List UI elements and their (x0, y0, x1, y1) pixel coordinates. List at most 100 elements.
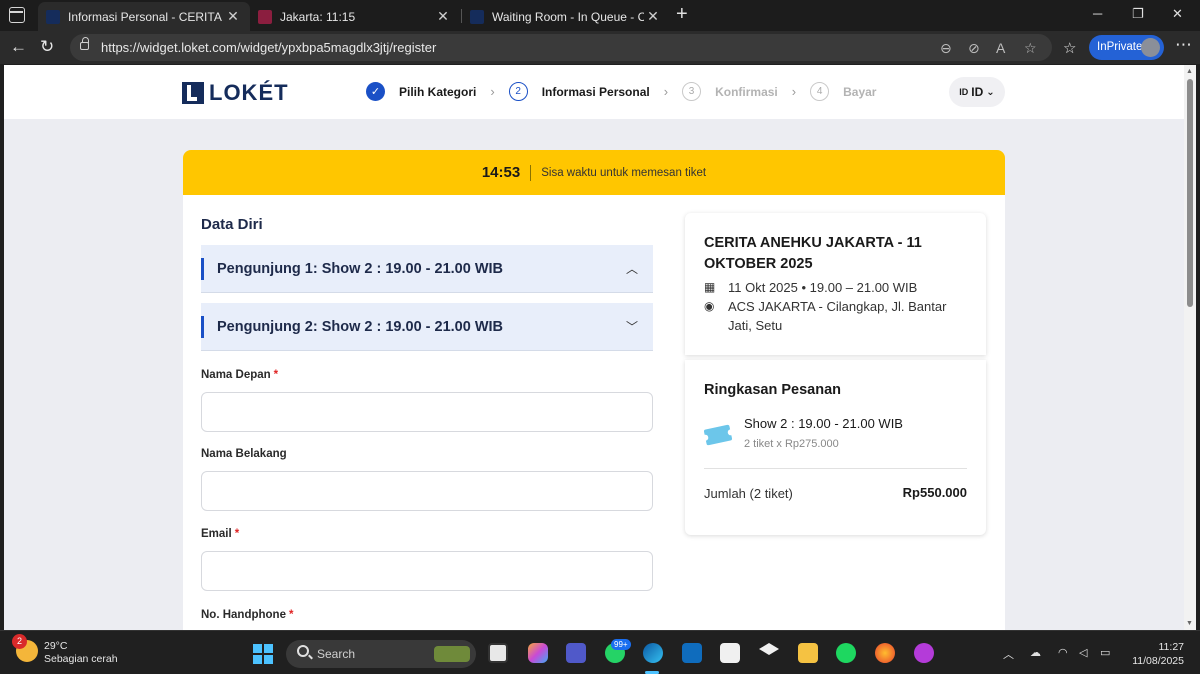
close-tab-icon[interactable]: ✕ (434, 8, 452, 25)
file-explorer-icon[interactable] (798, 643, 818, 663)
visitor-2-accordion[interactable]: Pengunjung 2: Show 2 : 19.00 - 21.00 WIB… (201, 303, 653, 351)
back-icon[interactable]: ← (10, 37, 27, 57)
maximize-icon[interactable]: ❐ (1132, 6, 1144, 22)
microsoft-store-icon[interactable] (682, 643, 702, 663)
loket-logo-icon (182, 82, 204, 104)
last-name-input[interactable] (201, 471, 653, 511)
step-label: Pilih Kategori (399, 84, 477, 99)
step-label: Konfirmasi (715, 84, 778, 99)
wifi-icon[interactable]: ◠ (1058, 646, 1068, 659)
logo-text: LOKÉT (209, 80, 289, 105)
language-code: ID (971, 85, 984, 99)
address-bar: ← ↻ https://widget.loket.com/widget/ypxb… (0, 31, 1200, 64)
new-tab-icon[interactable]: + (676, 3, 688, 26)
clock-date: 11/08/2025 (1132, 655, 1184, 667)
countdown-banner: 14:53 Sisa waktu untuk memesan tiket (183, 150, 1005, 195)
url-text: https://widget.loket.com/widget/ypxbpa5m… (101, 40, 437, 55)
tab-title: Informasi Personal - CERITA ANEHKU JAKAR… (68, 9, 224, 24)
checkout-content: Data Diri Pengunjung 1: Show 2 : 19.00 -… (183, 195, 1005, 630)
email-input[interactable] (201, 551, 653, 591)
inprivate-label: InPrivate (1097, 41, 1143, 53)
event-datetime-text: 11 Okt 2025 • 19.00 – 21.00 WIB (728, 280, 918, 295)
browser-tab-waiting-room[interactable]: Waiting Room - In Queue - CERITA ANEHKU … (462, 2, 670, 31)
label-text: Email (201, 528, 232, 540)
step-label: Informasi Personal (541, 84, 650, 99)
accent-bar (201, 257, 204, 280)
first-name-label: Nama Depan * (201, 369, 278, 381)
battery-icon[interactable]: ▭ (1100, 646, 1110, 659)
dropbox-icon[interactable] (759, 643, 779, 655)
taskbar-search[interactable]: Search (286, 640, 476, 668)
minimize-icon[interactable]: ─ (1093, 6, 1102, 21)
whatsapp-badge: 99+ (611, 639, 631, 650)
close-tab-icon[interactable]: ✕ (224, 8, 242, 25)
search-highlight-image (434, 646, 470, 662)
windows-taskbar: 2 29°C Sebagian cerah Search 99+ ︿ ☁ ◠ ◁… (0, 630, 1200, 674)
spotify-icon[interactable] (836, 643, 856, 663)
accordion-label: Pengunjung 2: Show 2 : 19.00 - 21.00 WIB (217, 318, 504, 335)
page-scrollbar[interactable]: ▲ ▼ (1184, 65, 1196, 630)
copilot-icon[interactable] (528, 643, 548, 663)
clock-time: 11:27 (1158, 641, 1185, 653)
search-icon (297, 645, 309, 657)
zoom-icon[interactable]: ⊖ (940, 40, 952, 57)
temperature: 29°C (44, 640, 68, 652)
edge-icon[interactable] (643, 643, 663, 663)
loket-logo[interactable]: LOKÉT (182, 80, 289, 106)
browser-tab-jakarta[interactable]: Jakarta: 11:15 ✕ (250, 2, 460, 31)
label-text: No. Handphone (201, 609, 286, 621)
event-info-card: CERITA ANEHKU JAKARTA - 11 OKTOBER 2025 … (685, 213, 986, 355)
chevron-down-icon: ﹀ (626, 320, 639, 334)
onedrive-icon[interactable]: ☁ (1030, 646, 1041, 659)
step-number: 4 (810, 82, 830, 101)
scrollbar-thumb[interactable] (1187, 79, 1193, 307)
close-window-icon[interactable]: ✕ (1172, 6, 1183, 22)
url-field[interactable]: https://widget.loket.com/widget/ypxbpa5m… (70, 34, 1052, 61)
section-title: Data Diri (201, 216, 263, 233)
event-location: ◉ ACS JAKARTA - Cilangkap, Jl. Bantar Ja… (704, 297, 968, 335)
tab-title: Waiting Room - In Queue - CERITA ANEHKU (492, 9, 644, 24)
favorite-star-icon[interactable]: ☆ (1024, 40, 1037, 57)
tracking-prevention-icon[interactable]: ⊘ (968, 40, 980, 57)
first-name-input[interactable] (201, 392, 653, 432)
browser-tab-informasi-personal[interactable]: Informasi Personal - CERITA ANEHKU JAKAR… (38, 2, 250, 31)
system-clock[interactable]: 11:27 11/08/2025 (1132, 640, 1184, 668)
step-bayar: 4 Bayar (810, 82, 876, 101)
volume-icon[interactable]: ◁ (1079, 646, 1087, 659)
weather-condition: Sebagian cerah (44, 653, 118, 665)
lock-icon[interactable] (80, 37, 89, 50)
teams-icon[interactable] (566, 643, 586, 663)
ticket-icon (703, 424, 733, 446)
accent-bar (201, 315, 204, 338)
show-hidden-icons[interactable]: ︿ (1003, 646, 1014, 662)
more-options-icon[interactable]: ⋯ (1175, 35, 1192, 55)
firefox-icon[interactable] (875, 643, 895, 663)
app-icon[interactable] (914, 643, 934, 663)
favorites-icon[interactable]: ☆ (1063, 39, 1076, 57)
read-aloud-icon[interactable]: A (996, 40, 1005, 56)
amazon-icon[interactable] (720, 643, 740, 663)
refresh-icon[interactable]: ↻ (40, 37, 54, 57)
start-logo-tile (253, 655, 262, 664)
start-logo-tile (253, 644, 262, 653)
scroll-up-icon[interactable]: ▲ (1186, 68, 1193, 75)
visitor-1-accordion[interactable]: Pengunjung 1: Show 2 : 19.00 - 21.00 WIB… (201, 245, 653, 293)
tab-actions-icon[interactable] (9, 7, 25, 23)
scroll-down-icon[interactable]: ▼ (1186, 620, 1193, 627)
inprivate-button[interactable]: InPrivate (1089, 35, 1164, 60)
chevron-right-icon: › (663, 84, 669, 99)
task-view-icon[interactable] (488, 643, 508, 663)
accordion-label: Pengunjung 1: Show 2 : 19.00 - 21.00 WIB (217, 260, 504, 277)
close-tab-icon[interactable]: ✕ (644, 8, 662, 25)
event-title: CERITA ANEHKU JAKARTA - 11 OKTOBER 2025 (704, 235, 922, 272)
language-selector[interactable]: ID ID ⌄ (949, 77, 1005, 107)
phone-label: No. Handphone * (201, 609, 293, 621)
email-label: Email * (201, 528, 239, 540)
browser-tab-bar: Informasi Personal - CERITA ANEHKU JAKAR… (0, 0, 1200, 31)
weather-widget[interactable]: 2 29°C Sebagian cerah (12, 634, 118, 666)
start-button[interactable] (253, 644, 273, 664)
divider (530, 164, 532, 181)
order-summary-title: Ringkasan Pesanan (704, 382, 841, 398)
label-text: Nama Depan (201, 369, 271, 381)
site-header: LOKÉT ✓ Pilih Kategori › 2 Informasi Per… (4, 65, 1184, 119)
